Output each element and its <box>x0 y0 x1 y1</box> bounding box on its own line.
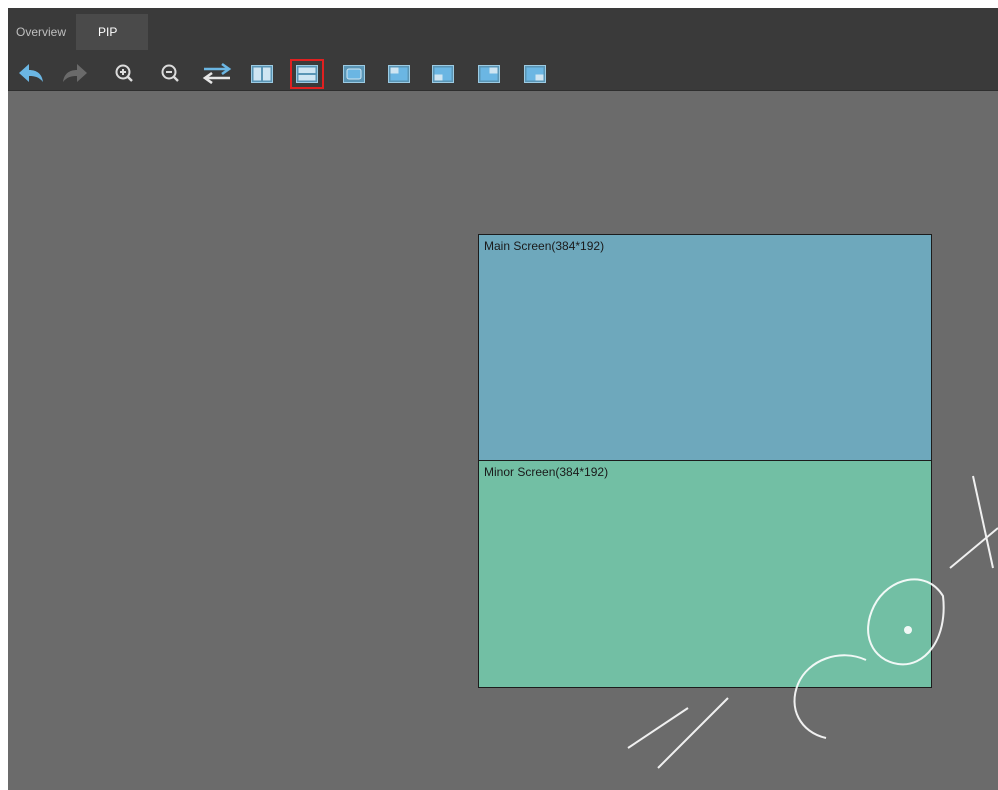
main-screen-region[interactable]: Main Screen(384*192) <box>478 234 932 461</box>
redo-button[interactable] <box>62 62 88 84</box>
swap-icon <box>202 62 232 84</box>
pip-editor-window: Overview PIP Main Screen(384*192) Minor … <box>8 8 998 790</box>
minor-screen-region[interactable]: Minor Screen(384*192) <box>478 460 932 688</box>
layout-center-pip-icon <box>343 65 365 83</box>
minor-screen-label: Minor Screen(384*192) <box>484 465 609 479</box>
redo-icon <box>63 64 87 82</box>
layout-bottom-left-pip-button[interactable] <box>432 65 454 83</box>
layout-side-by-side-button[interactable] <box>251 65 273 83</box>
layout-top-right-pip-button[interactable] <box>478 65 500 83</box>
layout-top-bottom-icon <box>296 65 318 83</box>
zoom-out-button[interactable] <box>158 62 184 84</box>
layout-top-left-pip-button[interactable] <box>388 65 410 83</box>
layout-top-right-pip-icon <box>478 65 500 83</box>
undo-button[interactable] <box>18 62 44 84</box>
zoom-out-icon <box>161 64 179 82</box>
undo-icon <box>19 64 43 82</box>
layout-bottom-right-pip-button[interactable] <box>524 65 546 83</box>
zoom-in-icon <box>115 64 133 82</box>
layout-top-left-pip-icon <box>388 65 410 83</box>
toolbar <box>8 56 998 91</box>
swap-button[interactable] <box>202 62 232 84</box>
layout-side-by-side-icon <box>251 65 273 83</box>
layout-bottom-right-pip-icon <box>524 65 546 83</box>
layout-bottom-left-pip-icon <box>432 65 454 83</box>
tab-bar: Overview PIP <box>8 8 998 56</box>
layout-top-bottom-button[interactable] <box>290 59 324 89</box>
tab-pip[interactable]: PIP <box>76 14 148 50</box>
main-screen-label: Main Screen(384*192) <box>484 239 605 253</box>
layout-center-pip-button[interactable] <box>343 65 365 83</box>
tab-overview[interactable]: Overview <box>8 14 76 50</box>
zoom-in-button[interactable] <box>112 62 138 84</box>
